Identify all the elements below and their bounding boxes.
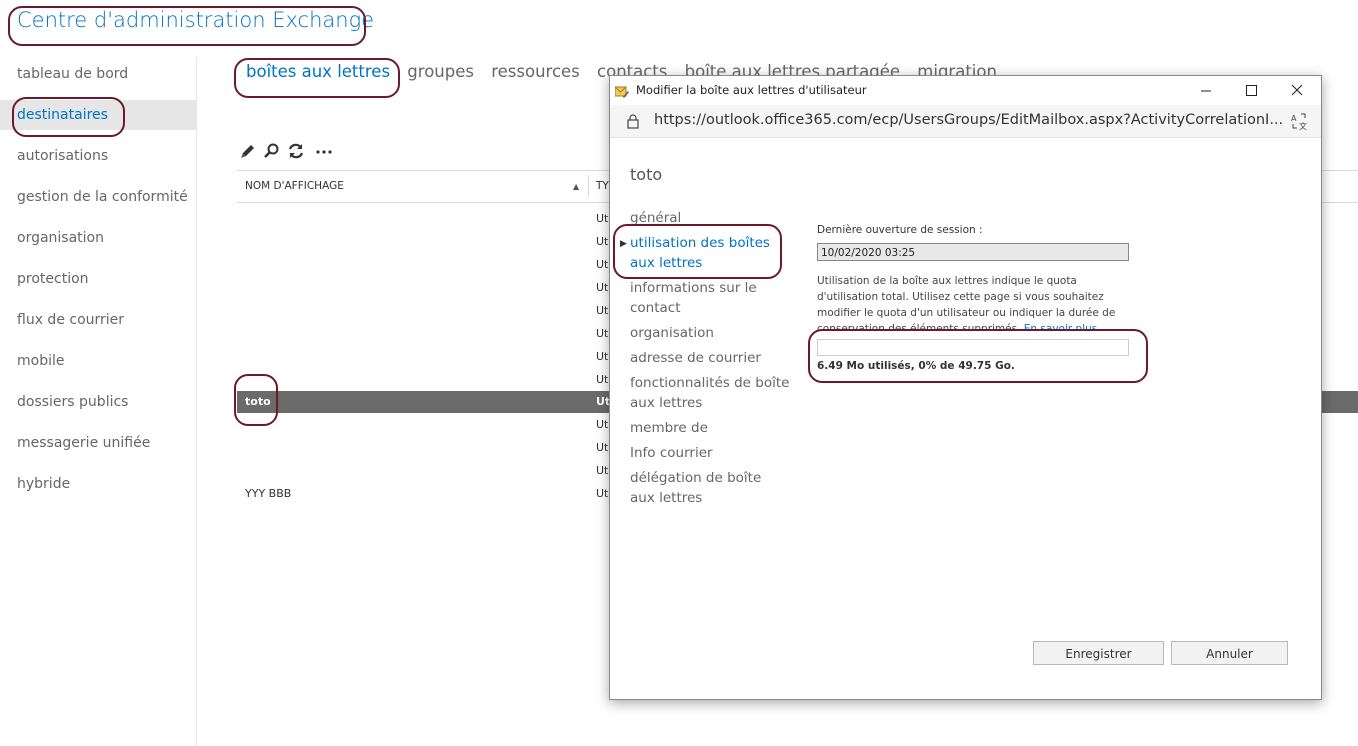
tab-ressources[interactable]: ressources	[491, 62, 580, 81]
nav-item-hybride[interactable]: hybride	[0, 469, 196, 499]
row-type: Ut	[596, 418, 609, 431]
row-type: Ut	[596, 487, 609, 500]
row-type: Ut	[596, 258, 609, 271]
nav-item-gestion-conformite[interactable]: gestion de la conformité	[0, 182, 196, 212]
sort-ascending-icon: ▲	[573, 182, 580, 191]
close-button[interactable]	[1274, 76, 1320, 105]
dialog-nav-contact-info[interactable]: informations sur le contact	[630, 278, 790, 318]
dialog-nav: général ▶ utilisation des boîtes aux lett…	[620, 208, 790, 513]
annotation-highlight	[808, 329, 1148, 383]
row-type: Ut	[596, 441, 609, 454]
dialog-nav-general[interactable]: général	[630, 208, 790, 228]
learn-more-link[interactable]: En savoir plus	[1024, 323, 1097, 331]
tab-groupes[interactable]: groupes	[407, 62, 474, 81]
mailbox-edit-icon	[614, 83, 629, 98]
usage-description: Utilisation de la boîte aux lettres indi…	[817, 273, 1117, 331]
nav-item-flux-de-courrier[interactable]: flux de courrier	[0, 305, 196, 335]
row-type: Ut	[596, 304, 609, 317]
left-nav: tableau de bord destinataires autorisati…	[0, 57, 197, 746]
dialog-nav-mailbox-features[interactable]: fonctionnalités de boîte aux lettres	[630, 373, 790, 413]
column-header-type[interactable]: TY	[596, 180, 609, 192]
nav-item-tableau-de-bord[interactable]: tableau de bord	[0, 59, 196, 89]
translate-icon[interactable]: A文	[1290, 112, 1308, 131]
tab-boites-aux-lettres[interactable]: boîtes aux lettres	[246, 62, 390, 81]
mailbox-display-name: toto	[630, 165, 663, 184]
dialog-nav-mailtip[interactable]: Info courrier	[630, 443, 790, 463]
svg-text:文: 文	[1299, 121, 1307, 130]
nav-item-organisation[interactable]: organisation	[0, 223, 196, 253]
row-type: Ut	[596, 350, 609, 363]
lock-icon	[625, 113, 641, 129]
usage-progress-bar	[817, 339, 1129, 356]
row-type: Ut	[596, 212, 609, 225]
address-bar[interactable]: https://outlook.office365.com/ecp/UsersG…	[610, 105, 1321, 138]
dialog-nav-mailbox-delegation[interactable]: délégation de boîte aux lettres	[630, 468, 790, 508]
row-type: Ut	[596, 327, 609, 340]
dialog-titlebar[interactable]: Modifier la boîte aux lettres d'utilisat…	[610, 76, 1321, 105]
row-type: Ut	[596, 373, 609, 386]
usage-summary: 6.49 Mo utilisés, 0% de 49.75 Go.	[817, 360, 1015, 372]
url-text[interactable]: https://outlook.office365.com/ecp/UsersG…	[654, 112, 1283, 128]
dialog-nav-email-address[interactable]: adresse de courrier	[630, 348, 790, 368]
svg-text:A: A	[1291, 114, 1297, 123]
dialog-title: Modifier la boîte aux lettres d'utilisat…	[636, 83, 867, 97]
dialog-nav-label: utilisation des boîtes aux lettres	[630, 235, 770, 271]
edit-mailbox-dialog: Modifier la boîte aux lettres d'utilisat…	[609, 75, 1322, 700]
nav-item-protection[interactable]: protection	[0, 264, 196, 294]
column-separator[interactable]	[588, 175, 589, 197]
row-name: toto	[245, 395, 271, 408]
cancel-button[interactable]: Annuler	[1171, 641, 1288, 665]
save-button[interactable]: Enregistrer	[1033, 641, 1164, 665]
maximize-button[interactable]	[1228, 76, 1274, 105]
dialog-nav-organisation[interactable]: organisation	[630, 323, 790, 343]
row-type: Ut	[596, 281, 609, 294]
refresh-icon[interactable]	[286, 141, 306, 161]
nav-item-messagerie-unifiee[interactable]: messagerie unifiée	[0, 428, 196, 458]
row-type: Ut	[596, 464, 609, 477]
more-icon[interactable]	[314, 141, 334, 161]
nav-item-autorisations[interactable]: autorisations	[0, 141, 196, 171]
last-logon-field: 10/02/2020 03:25	[817, 243, 1129, 261]
nav-item-dossiers-publics[interactable]: dossiers publics	[0, 387, 196, 417]
dialog-nav-member-of[interactable]: membre de	[630, 418, 790, 438]
dialog-nav-mailbox-usage[interactable]: ▶ utilisation des boîtes aux lettres	[620, 233, 790, 273]
search-icon[interactable]	[262, 141, 282, 161]
nav-item-destinataires[interactable]: destinataires	[0, 100, 196, 130]
row-type: Ut	[596, 235, 609, 248]
app-title: Centre d'administration Exchange	[17, 8, 375, 32]
row-name: YYY BBB	[245, 487, 292, 500]
caret-right-icon: ▶	[620, 239, 627, 249]
edit-icon[interactable]	[238, 141, 258, 161]
nav-item-mobile[interactable]: mobile	[0, 346, 196, 376]
last-logon-label: Dernière ouverture de session :	[817, 224, 983, 236]
column-header-display-name[interactable]: NOM D'AFFICHAGE	[245, 180, 344, 192]
minimize-button[interactable]	[1183, 76, 1229, 105]
